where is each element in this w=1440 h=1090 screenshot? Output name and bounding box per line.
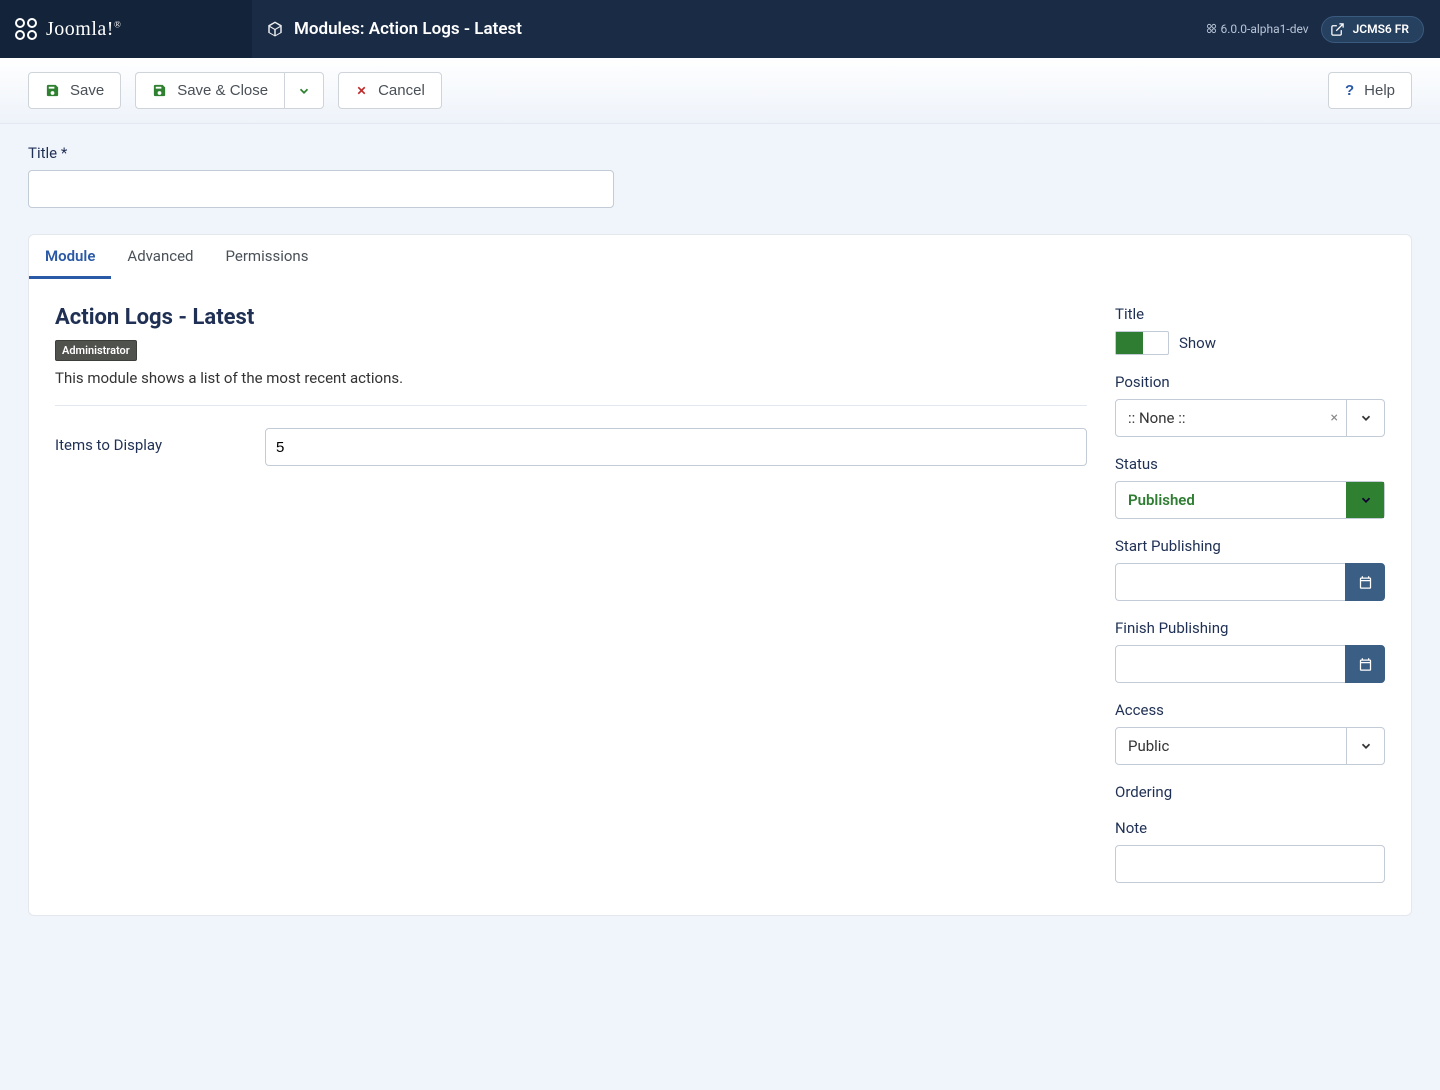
note-field: Note [1115, 819, 1385, 883]
finish-publishing-label: Finish Publishing [1115, 619, 1385, 637]
tab-module[interactable]: Module [29, 235, 111, 279]
page-title: Modules: Action Logs - Latest [294, 19, 522, 39]
title-input[interactable] [28, 170, 614, 208]
module-main-column: Action Logs - Latest Administrator This … [55, 305, 1087, 883]
tabs: Module Advanced Permissions [28, 234, 1412, 279]
brand-logo-area[interactable]: Joomla!® [0, 0, 252, 58]
save-icon [152, 83, 167, 98]
tab-advanced[interactable]: Advanced [111, 235, 209, 279]
ordering-field: Ordering [1115, 783, 1385, 801]
divider [55, 405, 1087, 406]
user-menu[interactable]: JCMS6 FR [1321, 16, 1424, 43]
cube-icon [266, 20, 284, 38]
module-side-column: Title Show Position :: None :: × [1115, 305, 1385, 883]
status-value: Published [1116, 491, 1346, 509]
cancel-button[interactable]: Cancel [338, 72, 442, 109]
show-title-text: Show [1179, 334, 1216, 352]
tab-permissions[interactable]: Permissions [210, 235, 325, 279]
chevron-down-icon [1346, 400, 1384, 436]
access-value: Public [1116, 737, 1346, 755]
chevron-down-icon [1346, 482, 1384, 518]
joomla-logo-icon [14, 17, 38, 41]
show-title-label: Title [1115, 305, 1385, 323]
calendar-icon [1358, 657, 1373, 672]
help-icon: ? [1345, 82, 1354, 99]
finish-publishing-calendar-button[interactable] [1345, 645, 1385, 683]
chevron-down-icon [1346, 728, 1384, 764]
save-button[interactable]: Save [28, 72, 121, 109]
title-label: Title * [28, 144, 1412, 162]
items-to-display-label: Items to Display [55, 428, 265, 454]
version-label: 6.0.0-alpha1-dev [1206, 22, 1308, 36]
calendar-icon [1358, 575, 1373, 590]
ordering-label: Ordering [1115, 783, 1385, 801]
save-close-dropdown[interactable] [284, 72, 324, 109]
position-select[interactable]: :: None :: × [1115, 399, 1385, 437]
external-link-icon [1330, 22, 1345, 37]
main-content: Title * Module Advanced Permissions Acti… [0, 124, 1440, 946]
position-value: :: None :: [1116, 409, 1323, 427]
show-title-field: Title Show [1115, 305, 1385, 355]
save-close-group: Save & Close [135, 72, 324, 109]
items-to-display-row: Items to Display [55, 428, 1087, 466]
topbar-right: 6.0.0-alpha1-dev JCMS6 FR [1206, 16, 1440, 43]
module-heading: Action Logs - Latest [55, 305, 1087, 330]
status-select[interactable]: Published [1115, 481, 1385, 519]
access-field: Access Public [1115, 701, 1385, 765]
status-field: Status Published [1115, 455, 1385, 519]
topbar: Joomla!® Modules: Action Logs - Latest 6… [0, 0, 1440, 58]
toggle-knob [1116, 332, 1143, 354]
close-icon [355, 84, 368, 97]
user-name: JCMS6 FR [1353, 22, 1409, 36]
finish-publishing-input[interactable] [1115, 645, 1345, 683]
brand-name: Joomla!® [46, 18, 121, 41]
save-close-button[interactable]: Save & Close [135, 72, 284, 109]
finish-publishing-field: Finish Publishing [1115, 619, 1385, 683]
client-badge: Administrator [55, 340, 137, 361]
start-publishing-input[interactable] [1115, 563, 1345, 601]
position-field: Position :: None :: × [1115, 373, 1385, 437]
start-publishing-label: Start Publishing [1115, 537, 1385, 555]
position-label: Position [1115, 373, 1385, 391]
status-label: Status [1115, 455, 1385, 473]
note-label: Note [1115, 819, 1385, 837]
position-clear[interactable]: × [1323, 410, 1346, 426]
action-toolbar: Save Save & Close Cancel ? Help [0, 58, 1440, 124]
items-to-display-input[interactable] [265, 428, 1087, 466]
access-select[interactable]: Public [1115, 727, 1385, 765]
page-title-area: Modules: Action Logs - Latest [252, 19, 1206, 39]
save-icon [45, 83, 60, 98]
chevron-down-icon [297, 84, 311, 98]
module-description: This module shows a list of the most rec… [55, 369, 1087, 387]
start-publishing-calendar-button[interactable] [1345, 563, 1385, 601]
help-button[interactable]: ? Help [1328, 72, 1412, 109]
joomla-small-icon [1206, 23, 1217, 34]
show-title-toggle[interactable] [1115, 331, 1169, 355]
access-label: Access [1115, 701, 1385, 719]
tab-panel-module: Action Logs - Latest Administrator This … [28, 279, 1412, 916]
start-publishing-field: Start Publishing [1115, 537, 1385, 601]
note-input[interactable] [1115, 845, 1385, 883]
